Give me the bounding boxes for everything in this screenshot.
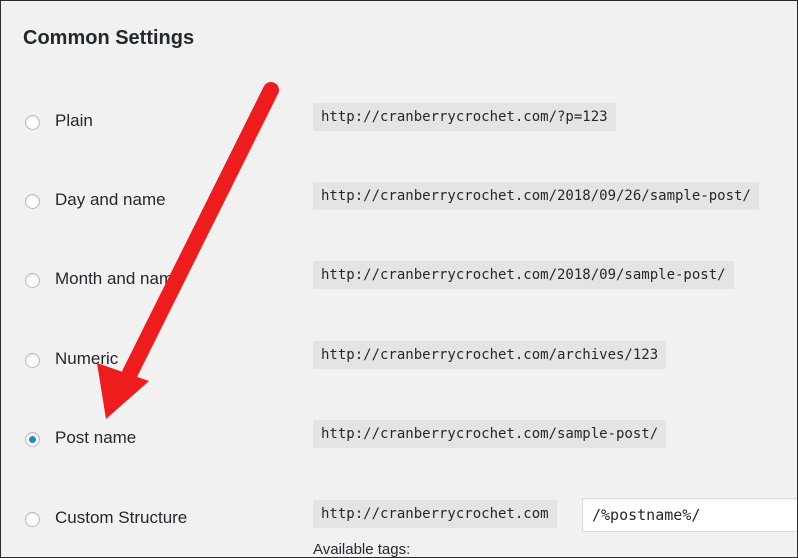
url-example: http://cranberrycrochet.com/2018/09/samp… <box>313 261 734 289</box>
option-label: Month and name <box>55 269 183 288</box>
radio-plain[interactable] <box>25 115 40 130</box>
option-custom-structure[interactable]: Custom Structure http://cranberrycrochet… <box>1 498 797 540</box>
radio-month-and-name[interactable] <box>25 273 40 288</box>
option-label: Plain <box>55 111 93 130</box>
available-tags-label: Available tags: <box>313 541 411 558</box>
option-label: Custom Structure <box>55 508 188 527</box>
section-title: Common Settings <box>23 27 195 49</box>
option-numeric[interactable]: Numeric http://cranberrycrochet.com/arch… <box>1 341 797 381</box>
custom-structure-input[interactable] <box>582 498 797 532</box>
radio-numeric[interactable] <box>25 353 40 368</box>
option-label: Post name <box>55 428 137 447</box>
option-label: Day and name <box>55 190 166 209</box>
option-month-and-name[interactable]: Month and name http://cranberrycrochet.c… <box>1 261 797 301</box>
radio-day-and-name[interactable] <box>25 194 40 209</box>
radio-custom-structure[interactable] <box>25 512 40 527</box>
option-plain[interactable]: Plain http://cranberrycrochet.com/?p=123 <box>1 103 797 143</box>
url-base: http://cranberrycrochet.com <box>313 500 557 528</box>
option-day-and-name[interactable]: Day and name http://cranberrycrochet.com… <box>1 182 797 222</box>
permalink-settings-panel: Common Settings Plain http://cranberrycr… <box>0 0 798 558</box>
url-example: http://cranberrycrochet.com/?p=123 <box>313 103 616 131</box>
url-example: http://cranberrycrochet.com/sample-post/ <box>313 420 667 448</box>
radio-post-name[interactable] <box>25 432 40 447</box>
url-example: http://cranberrycrochet.com/archives/123 <box>313 341 667 369</box>
option-post-name[interactable]: Post name http://cranberrycrochet.com/sa… <box>1 420 797 460</box>
url-example: http://cranberrycrochet.com/2018/09/26/s… <box>313 182 759 210</box>
option-label: Numeric <box>55 349 119 368</box>
